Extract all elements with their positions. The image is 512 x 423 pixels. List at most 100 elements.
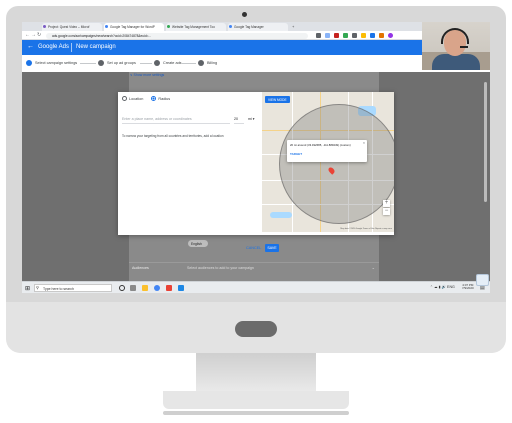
browser-tab-strip: Project: Quest Video – Microf Google Tag… (22, 22, 490, 31)
step-billing[interactable]: Billing (198, 60, 217, 66)
info-window-text: 20 mi around (33.492685, -111.889449) (c… (290, 143, 351, 147)
chevron-down-icon: ⌄ (371, 265, 375, 270)
step-indicator-icon (26, 60, 32, 66)
reload-icon[interactable]: ↻ (37, 32, 41, 38)
view-mode-button[interactable]: VIEW MODE (265, 96, 290, 103)
cortana-icon[interactable] (119, 284, 125, 291)
radio-location-label: Location (129, 96, 144, 101)
browser-tab[interactable]: Website Tag Management Too (166, 23, 226, 31)
new-tab-icon[interactable]: + (292, 24, 294, 29)
clock-date: 7/9/2020 (462, 286, 474, 291)
chevron-down-icon: ▾ (252, 117, 255, 121)
radius-unit: mi (248, 117, 252, 121)
radius-value-input[interactable]: 20 (234, 116, 244, 124)
extension-icon[interactable] (334, 33, 339, 38)
tab-title: Google Tag Manager (234, 25, 264, 29)
app-icon[interactable] (178, 284, 184, 291)
view-mode-label: VIEW MODE (268, 97, 287, 102)
place-search-input[interactable]: Enter a place name, address or coordinat… (122, 116, 230, 124)
browser-tab[interactable]: Google Tag Manager (228, 23, 288, 31)
monitor-stand-base (163, 391, 349, 409)
presenter-shirt (432, 54, 480, 70)
zoom-out-button[interactable]: − (383, 208, 390, 215)
microphone-icon (460, 46, 468, 48)
windows-start-icon[interactable]: ⊞ (25, 285, 30, 292)
taskbar-search-input[interactable]: Type here to search (34, 284, 112, 292)
tab-favicon-icon (167, 25, 170, 28)
show-more-settings-link[interactable]: ∨ Show more settings (130, 73, 164, 77)
step-create-ads[interactable]: Create ads (154, 60, 182, 66)
radius-map[interactable]: VIEW MODE 20 mi around (33.492685, -111.… (262, 92, 394, 232)
step-label: Select campaign settings (35, 61, 78, 65)
step-set-up-ad-groups[interactable]: Set up ad groups (98, 60, 136, 66)
extension-icon[interactable] (352, 33, 357, 38)
map-attribution: Map data ©2020 Google Terms of Use Repor… (340, 228, 392, 230)
target-link[interactable]: TARGET (290, 152, 302, 156)
audiences-row[interactable]: Audiences Select audiences to add to you… (129, 262, 379, 273)
star-icon[interactable] (316, 33, 321, 38)
profile-avatar-icon[interactable] (388, 33, 393, 38)
radio-radius[interactable] (151, 96, 157, 101)
floating-app-icon[interactable] (476, 274, 489, 286)
cancel-button[interactable]: CANCEL (246, 246, 261, 250)
language-chip[interactable]: English (188, 240, 208, 247)
search-icon: ⚲ (36, 285, 39, 290)
place-search-placeholder: Enter a place name, address or coordinat… (122, 117, 192, 121)
back-arrow-icon[interactable]: ← (25, 32, 30, 38)
browser-tab[interactable]: Project: Quest Video – Microf (42, 23, 102, 31)
radio-location[interactable] (122, 96, 127, 101)
chrome-icon[interactable] (154, 284, 160, 291)
campaign-stepper: Select campaign settings Set up ad group… (22, 55, 490, 72)
headset-icon (441, 28, 469, 44)
forward-arrow-icon[interactable]: → (31, 32, 36, 38)
extension-icon[interactable] (325, 33, 330, 38)
app-icon[interactable] (166, 284, 172, 291)
step-connector (182, 63, 196, 64)
monitor-power-button (235, 321, 277, 337)
address-bar[interactable]: ads.google.com/aw/campaigns/new/search?o… (46, 32, 308, 39)
step-label: Billing (207, 61, 218, 65)
language-chip-label: English (191, 241, 202, 246)
step-indicator-icon (198, 60, 204, 66)
back-arrow-icon[interactable]: ← (27, 43, 34, 50)
task-view-icon[interactable] (130, 284, 136, 291)
header-divider (71, 43, 72, 52)
browser-toolbar: ← → ↻ ads.google.com/aw/campaigns/new/se… (22, 31, 490, 40)
file-explorer-icon[interactable] (142, 284, 148, 291)
radio-radius-label: Radius (158, 96, 171, 101)
extension-icon[interactable] (370, 33, 375, 38)
screen: Project: Quest Video – Microf Google Tag… (22, 22, 490, 293)
page-scrollbar[interactable] (484, 82, 487, 202)
targeting-note: To narrow your targeting from all countr… (122, 134, 224, 138)
extension-icon[interactable] (361, 33, 366, 38)
system-tray[interactable]: ⌃ ☁ ▮ 🔊 ENG (430, 285, 455, 289)
tab-favicon-icon (105, 25, 108, 28)
ads-product-name: Google Ads (38, 44, 70, 50)
browser-tab-active[interactable]: Google Tag Manager for WordP (104, 23, 164, 31)
save-button[interactable]: SAVE (265, 244, 279, 252)
tab-favicon-icon (229, 25, 232, 28)
monitor-stand-neck (196, 353, 316, 391)
tab-title: Project: Quest Video – Microf (48, 25, 90, 29)
page-title: New campaign (76, 44, 116, 50)
audiences-hint: Select audiences to add to your campaign (187, 266, 254, 270)
extension-icon[interactable] (379, 33, 384, 38)
step-select-campaign-settings[interactable]: Select campaign settings (26, 60, 77, 66)
location-radius-dialog: Location Radius Enter a place name, addre… (118, 92, 394, 235)
stage: Project: Quest Video – Microf Google Tag… (0, 0, 512, 423)
radius-value: 20 (234, 117, 238, 121)
step-label: Set up ad groups (107, 61, 136, 65)
step-label: Create ads (163, 61, 182, 65)
extension-icon[interactable] (343, 33, 348, 38)
address-url: ads.google.com/aw/campaigns/new/search?o… (52, 33, 152, 38)
map-info-window: 20 mi around (33.492685, -111.889449) (c… (287, 140, 367, 162)
radius-circle (279, 104, 394, 224)
monitor-camera (242, 12, 247, 17)
tab-favicon-icon (43, 25, 46, 28)
close-icon[interactable]: × (363, 141, 365, 145)
tab-title: Website Tag Management Too (172, 25, 215, 29)
zoom-in-button[interactable]: + (383, 200, 390, 207)
windows-taskbar: ⊞ Type here to search ⚲ ⌃ ☁ ▮ 🔊 ENG 4:07… (22, 281, 490, 293)
taskbar-clock[interactable]: 4:07 PM 7/9/2020 (462, 283, 474, 291)
map-water (270, 212, 292, 218)
